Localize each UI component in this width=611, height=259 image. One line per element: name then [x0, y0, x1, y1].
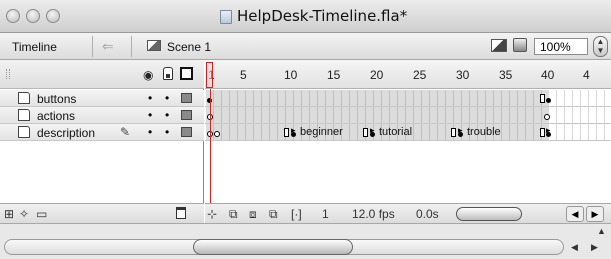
minimize-window-button[interactable]: [26, 9, 40, 23]
timeline-scroll-thumb[interactable]: [456, 207, 522, 221]
frame-ruler[interactable]: 1 5 10 15 20 25 30 35 40 4: [205, 60, 611, 89]
window-title-bar: HelpDesk-Timeline.fla*: [0, 0, 611, 33]
stage-area: ▲ ◀ ▶: [0, 223, 611, 259]
label-flag-icon: ▸: [291, 125, 296, 135]
ruler-number: 5: [240, 68, 247, 82]
scene-label[interactable]: Scene 1: [167, 40, 211, 54]
lock-icon[interactable]: [163, 67, 173, 80]
frame-span: [206, 90, 549, 106]
edit-multiple-frames-icon[interactable]: ⧉: [269, 207, 278, 222]
layer-color-swatch[interactable]: [181, 93, 192, 103]
visibility-dot[interactable]: •: [148, 91, 152, 105]
scroll-right-button[interactable]: ▶: [586, 206, 604, 222]
frame-row-buttons[interactable]: [205, 90, 611, 107]
ruler-number: 30: [456, 68, 470, 82]
end-frame[interactable]: [363, 128, 368, 137]
frame-grid[interactable]: 1 5 10 15 20 25 30 35 40 4 ▸ beginner ▸ …: [205, 60, 611, 203]
timeline-toolbar: Timeline ⇐ Scene 1 100% ▲ ▼: [0, 33, 611, 60]
close-window-button[interactable]: [6, 9, 20, 23]
label-flag-icon: ▸: [546, 125, 551, 135]
playhead-line: [210, 89, 211, 203]
layer-header: ◉: [0, 60, 204, 89]
edit-scene-icon[interactable]: [491, 39, 507, 52]
onion-skin-outlines-icon[interactable]: ⧈: [249, 207, 257, 222]
end-frame[interactable]: [451, 128, 456, 137]
ruler-number: 40: [541, 68, 555, 82]
layer-name: actions: [37, 109, 76, 123]
visibility-dot[interactable]: •: [148, 125, 152, 139]
zoom-input[interactable]: 100%: [534, 38, 588, 55]
layer-panel: ◉ buttons • • actions • • description ✎ …: [0, 60, 204, 203]
edit-symbols-icon[interactable]: [513, 38, 527, 52]
frame-row-description[interactable]: ▸ beginner ▸ tutorial ▸ trouble ▸: [205, 124, 611, 141]
stage-scroll-thumb[interactable]: [193, 239, 353, 255]
back-arrow-icon[interactable]: ⇐: [102, 38, 114, 55]
outline-icon[interactable]: [180, 67, 193, 80]
lock-dot[interactable]: •: [165, 108, 169, 122]
layer-icon: [18, 92, 30, 104]
toolbar-separator: [131, 36, 132, 57]
stage-scroll-left-button[interactable]: ◀: [571, 242, 578, 253]
insert-folder-icon[interactable]: ▭: [36, 207, 47, 221]
insert-layer-icon[interactable]: ⊞: [4, 207, 14, 221]
layer-color-swatch[interactable]: [181, 127, 192, 137]
grip-handle-icon[interactable]: [6, 69, 10, 79]
center-frame-icon[interactable]: ⊹: [207, 207, 217, 221]
playhead[interactable]: [206, 62, 213, 88]
layer-row-actions[interactable]: actions • •: [0, 107, 204, 124]
stage-scroll-right-button[interactable]: ▶: [591, 242, 598, 253]
ruler-number: 10: [284, 68, 298, 82]
zoom-stepper[interactable]: ▲ ▼: [593, 36, 608, 57]
layer-name: buttons: [37, 92, 77, 106]
toolbar-separator: [92, 36, 93, 57]
frame-label-beginner: beginner: [300, 126, 343, 138]
action-keyframe[interactable]: [544, 114, 550, 120]
keyframe-empty[interactable]: [214, 131, 220, 137]
keyframe[interactable]: [546, 98, 551, 103]
onion-skin-icon[interactable]: ⧉: [229, 207, 238, 222]
pencil-icon: ✎: [120, 125, 131, 139]
frame-label-trouble: trouble: [467, 126, 501, 138]
layer-icon: [18, 126, 30, 138]
ruler-number: 35: [499, 68, 513, 82]
layer-footer: ⊞ ✧ ▭: [0, 203, 204, 223]
ruler-number: 20: [370, 68, 384, 82]
ruler-number: 4: [583, 68, 590, 82]
end-frame[interactable]: [284, 128, 289, 137]
lock-dot[interactable]: •: [165, 125, 169, 139]
timeline-label: Timeline: [12, 40, 57, 54]
document-icon: [220, 10, 232, 24]
label-flag-icon: ▸: [370, 125, 375, 135]
window-title: HelpDesk-Timeline.fla*: [237, 7, 408, 25]
ruler-number: 25: [413, 68, 427, 82]
frame-row-actions[interactable]: [205, 107, 611, 124]
end-frame[interactable]: [540, 128, 545, 137]
layer-name: description: [37, 126, 96, 140]
frame-label-tutorial: tutorial: [379, 126, 413, 138]
label-flag-icon: ▸: [458, 125, 463, 135]
frame-rate[interactable]: 12.0 fps: [352, 207, 395, 221]
current-frame: 1: [322, 207, 329, 221]
trash-icon[interactable]: [176, 207, 186, 219]
layer-row-description[interactable]: description ✎ • •: [0, 124, 204, 141]
lock-dot[interactable]: •: [165, 91, 169, 105]
scroll-left-button[interactable]: ◀: [566, 206, 584, 222]
scene-clapper-icon: [147, 40, 161, 51]
zoom-window-button[interactable]: [46, 9, 60, 23]
ruler-number: 15: [327, 68, 341, 82]
end-frame[interactable]: [540, 94, 545, 103]
layer-color-swatch[interactable]: [181, 110, 192, 120]
scroll-up-icon[interactable]: ▲: [597, 226, 606, 236]
frame-footer: ⊹ ⧉ ⧈ ⧉ [·] 1 12.0 fps 0.0s ◀ ▶: [205, 203, 611, 223]
frame-span: [206, 107, 549, 123]
add-motion-guide-icon[interactable]: ✧: [19, 207, 29, 221]
eye-icon[interactable]: ◉: [143, 68, 153, 82]
layer-row-buttons[interactable]: buttons • •: [0, 90, 204, 107]
modify-onion-markers-icon[interactable]: [·]: [291, 207, 302, 221]
visibility-dot[interactable]: •: [148, 108, 152, 122]
elapsed-time: 0.0s: [416, 207, 439, 221]
layer-icon: [18, 109, 30, 121]
